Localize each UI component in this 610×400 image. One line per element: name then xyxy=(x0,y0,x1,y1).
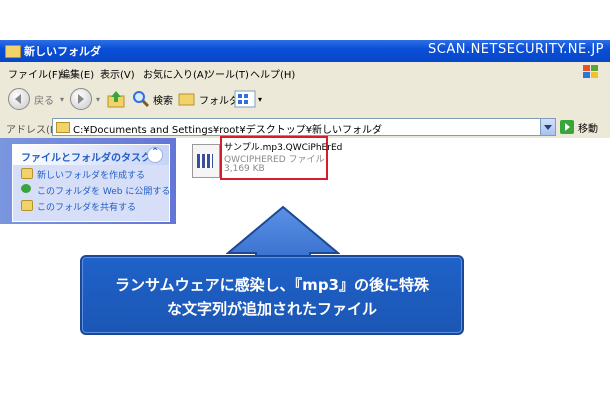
windows-logo-icon xyxy=(583,65,598,78)
search-icon xyxy=(133,91,150,108)
search-label: 検索 xyxy=(153,95,173,107)
task-header-label: ファイルとフォルダのタスク xyxy=(21,153,151,164)
folder-icon xyxy=(56,122,70,133)
task-publish-web[interactable]: このフォルダを Web に公開する xyxy=(13,181,171,197)
task-header[interactable]: ファイルとフォルダのタスク xyxy=(13,145,169,165)
task-label: このフォルダを Web に公開する xyxy=(37,187,171,197)
up-folder-button[interactable] xyxy=(106,86,126,112)
folders-button[interactable]: フォルダ xyxy=(178,86,239,112)
explorer-window: 新しいフォルダ SCAN.NETSECURITY.NE.JP ファイル(F) 編… xyxy=(0,40,610,224)
view-grid-icon xyxy=(234,90,256,108)
menu-favorites[interactable]: お気に入り(A) xyxy=(143,66,208,81)
task-label: このフォルダを共有する xyxy=(37,203,137,213)
forward-button[interactable]: ▾ xyxy=(70,86,100,112)
views-button[interactable]: ▾ xyxy=(234,86,262,112)
menu-bar: ファイル(F) 編集(E) 表示(V) お気に入り(A) ツール(T) ヘルプ(… xyxy=(0,62,610,83)
go-arrow-icon xyxy=(560,120,574,134)
window-title: 新しいフォルダ xyxy=(24,45,101,58)
task-label: 新しいフォルダを作成する xyxy=(37,171,146,181)
up-folder-icon xyxy=(107,91,125,108)
file-grid-icon xyxy=(197,154,213,168)
address-input[interactable]: C:¥Documents and Settings¥root¥デスクトップ¥新し… xyxy=(52,118,556,136)
menu-file[interactable]: ファイル(F) xyxy=(8,66,62,81)
go-button[interactable]: 移動 xyxy=(560,119,598,135)
new-folder-icon xyxy=(21,168,33,179)
file-size: 3,169 KB xyxy=(224,164,265,174)
chevron-down-icon: ▾ xyxy=(258,94,263,104)
menu-tools[interactable]: ツール(T) xyxy=(205,66,249,81)
callout-line2: な文字列が追加されたファイル xyxy=(166,300,377,318)
address-dropdown-button[interactable] xyxy=(540,119,555,135)
collapse-icon[interactable] xyxy=(147,147,163,163)
globe-icon xyxy=(21,184,31,193)
task-new-folder[interactable]: 新しいフォルダを作成する xyxy=(13,165,169,181)
file-icon[interactable] xyxy=(192,144,220,178)
watermark: SCAN.NETSECURITY.NE.JP xyxy=(427,42,604,57)
folder-icon xyxy=(178,93,195,106)
callout-box: ランサムウェアに感染し、『mp3』の後に特殊 な文字列が追加されたファイル xyxy=(80,255,464,335)
task-share-folder[interactable]: このフォルダを共有する xyxy=(13,197,169,213)
address-path: C:¥Documents and Settings¥root¥デスクトップ¥新し… xyxy=(73,125,383,136)
folder-icon xyxy=(5,45,21,58)
task-pane: ファイルとフォルダのタスク 新しいフォルダを作成する このフォルダを Web に… xyxy=(0,138,176,224)
chevron-down-icon: ▾ xyxy=(96,94,101,104)
back-arrow-icon xyxy=(8,88,30,110)
menu-help[interactable]: ヘルプ(H) xyxy=(250,66,295,81)
folders-label: フォルダ xyxy=(199,95,239,107)
go-label: 移動 xyxy=(578,123,598,135)
search-button[interactable]: 検索 xyxy=(132,86,173,112)
menu-edit[interactable]: 編集(E) xyxy=(60,66,94,81)
share-folder-icon xyxy=(21,200,33,211)
title-bar[interactable]: 新しいフォルダ SCAN.NETSECURITY.NE.JP xyxy=(0,40,610,62)
menu-view[interactable]: 表示(V) xyxy=(100,66,135,81)
file-folder-tasks: ファイルとフォルダのタスク 新しいフォルダを作成する このフォルダを Web に… xyxy=(12,144,170,222)
back-button[interactable]: 戻る ▾ xyxy=(8,86,64,112)
forward-arrow-icon xyxy=(70,88,92,110)
callout-line1: ランサムウェアに感染し、『mp3』の後に特殊 xyxy=(114,276,429,294)
chevron-down-icon: ▾ xyxy=(60,94,65,104)
toolbar: 戻る ▾ ▾ 検索 フォルダ ▾ xyxy=(0,82,610,117)
back-label: 戻る xyxy=(34,95,54,107)
